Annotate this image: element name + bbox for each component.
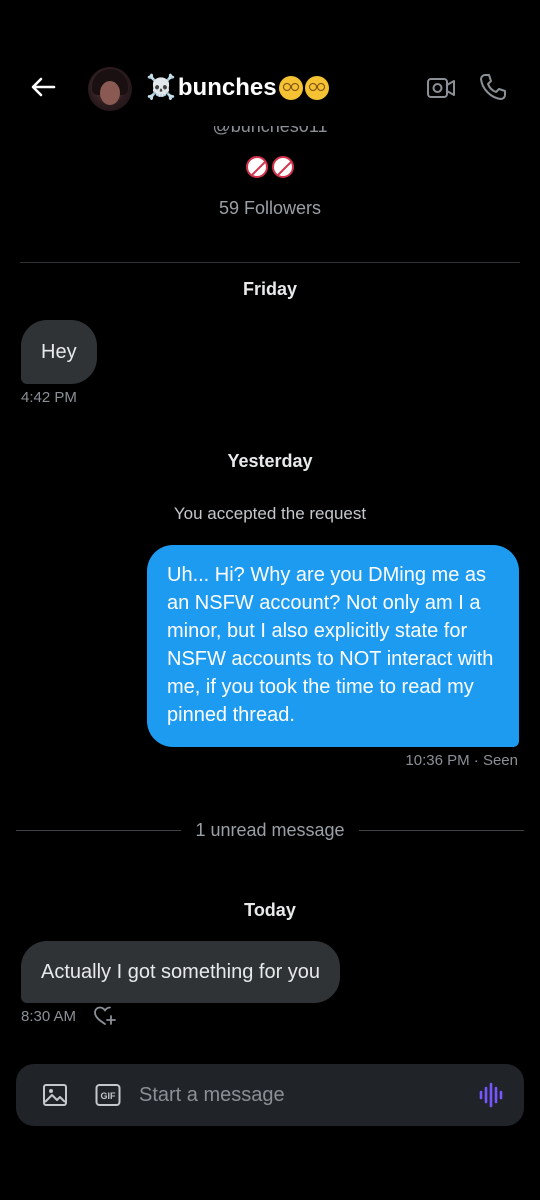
gif-icon[interactable]: GIF (95, 1083, 121, 1107)
day-separator-yesterday: Yesterday (227, 451, 313, 471)
message-bubble-outgoing[interactable]: Uh... Hi? Why are you DMing me as an NSF… (147, 545, 519, 747)
unread-divider-label: 1 unread message (195, 819, 345, 840)
message-bubble-incoming[interactable]: Actually I got something for you (21, 941, 341, 1003)
avatar[interactable] (88, 67, 132, 111)
chat-header: ☠️ bunches (0, 0, 540, 118)
unread-divider: 1 unread message (16, 818, 525, 842)
message-bubble-incoming[interactable]: Hey (21, 320, 97, 384)
skull-crossbones-emoji: ☠️ (146, 74, 176, 101)
display-name-text: bunches (177, 74, 277, 101)
video-camera-icon[interactable] (426, 74, 456, 102)
no-under-18-badge: 🔞 (246, 156, 268, 178)
heart-plus-icon[interactable] (93, 1005, 117, 1027)
day-separator-friday: Friday (242, 279, 298, 299)
dizzy-face-emoji (304, 76, 329, 100)
message-composer: GIF (16, 1064, 524, 1126)
day-separator-today: Today (244, 900, 296, 920)
phone-icon[interactable] (478, 72, 508, 102)
message-timestamp-seen: 10:36 PM · Seen (405, 752, 518, 769)
system-message: You accepted the request (173, 504, 367, 523)
no-under-18-badge: 🔞 (272, 156, 294, 178)
display-name[interactable]: ☠️ bunches (146, 72, 329, 104)
arrow-left-icon[interactable] (28, 72, 58, 102)
svg-text:GIF: GIF (101, 1091, 117, 1101)
voice-waveform-icon[interactable] (478, 1082, 504, 1108)
message-timestamp: 8:30 AM (21, 1008, 77, 1025)
dizzy-face-emoji (278, 76, 303, 100)
profile-handle[interactable]: @bunches011 (0, 126, 540, 137)
image-icon[interactable] (42, 1083, 68, 1107)
message-input[interactable] (139, 1078, 459, 1112)
divider (20, 262, 520, 263)
profile-bio-badges: 🔞 🔞 (0, 156, 540, 178)
message-timestamp: 4:42 PM (21, 389, 77, 406)
followers-count[interactable]: 59 Followers (0, 198, 540, 219)
